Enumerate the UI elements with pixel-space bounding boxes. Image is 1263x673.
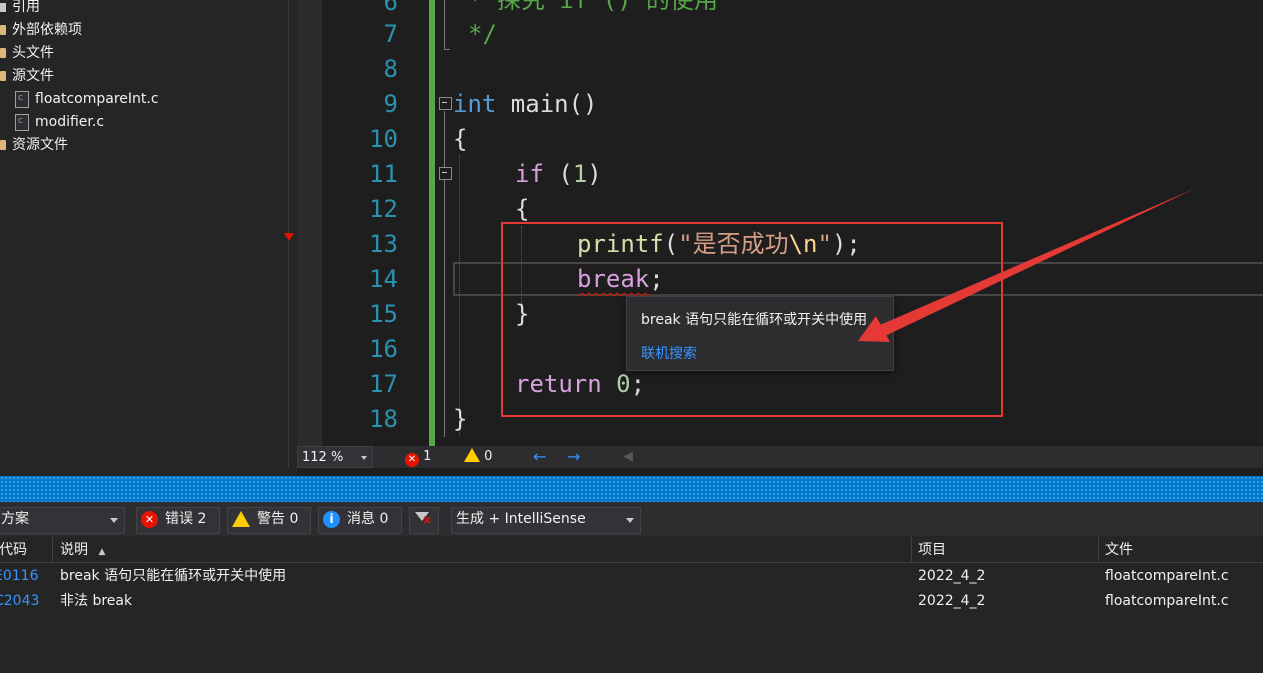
error-file: floatcompareInt.c (1105, 593, 1229, 609)
error-description: 非法 break (60, 593, 133, 609)
zoom-dropdown[interactable]: 112 % (297, 446, 373, 468)
table-row[interactable]: E0116 break 语句只能在循环或开关中使用 2022_4_2 float… (0, 564, 1263, 589)
warning-icon (232, 511, 250, 527)
clear-icon: × (422, 513, 433, 527)
error-description: break 语句只能在循环或开关中使用 (60, 568, 287, 584)
panel-splitter[interactable] (0, 476, 1263, 502)
annotation-arrow-top (858, 188, 1196, 342)
column-separator[interactable] (911, 537, 912, 563)
editor-status-bar: 112 % ✕ 1 0 ← → ◀ (297, 446, 1263, 468)
scroll-left-icon[interactable]: ◀ (623, 446, 633, 468)
error-icon: ✕ (141, 511, 158, 528)
error-list-toolbar: 方案 ✕ 错误 2 警告 0 i 消息 0 × 生成 + IntelliSens… (0, 502, 1263, 536)
errors-filter-button[interactable]: ✕ 错误 2 (136, 507, 220, 534)
column-separator[interactable] (52, 537, 53, 563)
scope-dropdown[interactable]: 方案 (0, 507, 125, 534)
error-list-header: 代码 说明 ▲ 项目 文件 (0, 537, 1263, 563)
error-icon: ✕ (405, 453, 419, 467)
chevron-down-icon (626, 518, 634, 523)
arrow-left-icon[interactable]: ← (533, 446, 546, 468)
chevron-down-icon (361, 456, 367, 460)
error-project: 2022_4_2 (918, 593, 986, 609)
source-dropdown[interactable]: 生成 + IntelliSense (451, 507, 641, 534)
column-header-file[interactable]: 文件 (1105, 537, 1133, 563)
error-count[interactable]: ✕ 1 (405, 446, 431, 468)
warning-icon (464, 448, 480, 462)
column-header-description[interactable]: 说明 ▲ (60, 537, 105, 563)
error-file: floatcompareInt.c (1105, 568, 1229, 584)
zoom-level: 112 % (302, 450, 344, 465)
error-code-link[interactable]: E0116 (0, 564, 38, 589)
column-header-project[interactable]: 项目 (918, 537, 946, 563)
warnings-filter-button[interactable]: 警告 0 (227, 507, 311, 534)
info-icon: i (323, 511, 340, 528)
column-separator[interactable] (1098, 537, 1099, 563)
chevron-down-icon (110, 518, 118, 523)
solution-explorer-bottom (0, 468, 297, 476)
clear-filter-button[interactable]: × (409, 507, 439, 534)
table-row[interactable]: C2043 非法 break 2022_4_2 floatcompareInt.… (0, 589, 1263, 614)
error-code-link[interactable]: C2043 (0, 589, 39, 614)
warning-count[interactable]: 0 (464, 446, 492, 468)
column-header-code[interactable]: 代码 (0, 537, 27, 563)
messages-filter-button[interactable]: i 消息 0 (318, 507, 402, 534)
error-project: 2022_4_2 (918, 568, 986, 584)
arrow-right-icon[interactable]: → (567, 446, 580, 468)
sort-ascending-icon: ▲ (98, 547, 106, 557)
